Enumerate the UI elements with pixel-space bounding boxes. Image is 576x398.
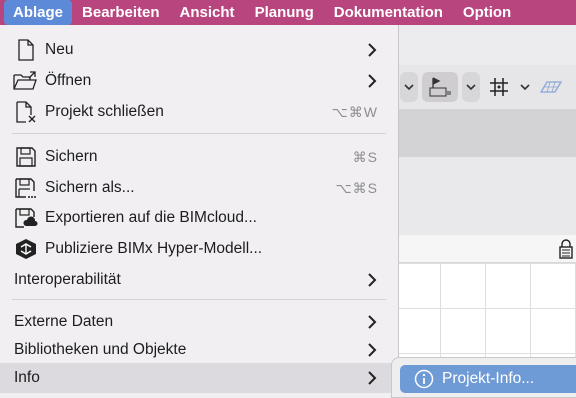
new-document-icon xyxy=(13,39,39,61)
menu-item-label: Publiziere BIMx Hyper-Modell... xyxy=(45,240,263,257)
menu-item-label: Sichern xyxy=(45,148,98,165)
menu-item-bibliotheken[interactable]: Bibliotheken und Objekte xyxy=(0,335,398,365)
open-folder-icon xyxy=(13,70,39,92)
menu-item-info[interactable]: Info xyxy=(0,363,398,393)
chevron-right-icon xyxy=(368,371,377,385)
ablage-menu: Neu Öffnen Projekt schließen ⌥⌘W Sichern… xyxy=(0,25,399,398)
chevron-right-icon xyxy=(368,273,377,287)
plane-button[interactable] xyxy=(536,72,566,102)
grid-snap-icon xyxy=(490,78,508,96)
menu-item-neu[interactable]: Neu xyxy=(0,35,398,65)
shortcut-label: ⌥⌘W xyxy=(331,103,378,120)
menu-separator xyxy=(12,299,386,300)
app-toolbar xyxy=(398,65,576,109)
chevron-down-icon xyxy=(404,84,414,90)
menubar-item-ansicht[interactable]: Ansicht xyxy=(170,0,245,25)
menu-item-oeffnen[interactable]: Öffnen xyxy=(0,66,398,96)
menubar-item-optionen[interactable]: Option xyxy=(453,0,521,25)
menu-item-label: Externe Daten xyxy=(14,313,114,330)
menubar-item-dokumentation[interactable]: Dokumentation xyxy=(324,0,453,25)
coordinate-flag-button[interactable] xyxy=(422,72,458,102)
menu-item-interoperabilitaet[interactable]: Interoperabilität xyxy=(0,265,398,295)
close-document-icon xyxy=(13,101,39,123)
xy-coordinate-icon xyxy=(429,77,451,97)
chevron-right-icon xyxy=(368,74,377,88)
chevron-down-icon xyxy=(520,84,530,90)
chevron-right-icon xyxy=(368,343,377,357)
dropdown-chevron-button[interactable] xyxy=(400,72,418,102)
menubar-item-bearbeiten[interactable]: Bearbeiten xyxy=(72,0,170,25)
app-info-bar xyxy=(398,109,576,157)
bimx-publish-icon xyxy=(13,238,39,260)
dropdown-chevron-button[interactable] xyxy=(462,72,480,102)
app-titlebar-area xyxy=(398,25,576,65)
menubar-item-ablage[interactable]: Ablage xyxy=(4,0,73,25)
menubar-item-planung[interactable]: Planung xyxy=(245,0,324,25)
menu-item-label: Neu xyxy=(45,41,74,58)
grid-snap-button[interactable] xyxy=(484,72,514,102)
menu-item-label: Projekt schließen xyxy=(45,103,164,120)
save-icon xyxy=(13,146,39,168)
menu-item-sichern[interactable]: Sichern ⌘S xyxy=(0,142,398,172)
menu-item-projekt-schliessen[interactable]: Projekt schließen ⌥⌘W xyxy=(0,97,398,127)
menu-item-exportieren-bimcloud[interactable]: Exportieren auf die BIMcloud... xyxy=(0,203,398,233)
chevron-right-icon xyxy=(368,315,377,329)
menu-item-projekt-info[interactable]: Projekt-Info... xyxy=(400,365,576,393)
menu-item-label: Öffnen xyxy=(45,72,92,89)
app-ruler xyxy=(398,235,576,263)
info-circle-icon xyxy=(414,369,434,394)
menu-item-label: Bibliotheken und Objekte xyxy=(14,341,187,358)
chevron-down-icon xyxy=(466,84,476,90)
menu-item-externe-daten[interactable]: Externe Daten xyxy=(0,307,398,337)
shortcut-label: ⌘S xyxy=(352,148,378,165)
menu-item-label: Info xyxy=(14,369,40,386)
bimcloud-export-icon xyxy=(13,207,39,229)
menu-item-publiziere-bimx[interactable]: Publiziere BIMx Hyper-Modell... xyxy=(0,234,398,264)
app-panel xyxy=(398,157,576,235)
plane-icon xyxy=(539,81,563,93)
menu-item-label: Exportieren auf die BIMcloud... xyxy=(45,209,257,226)
shortcut-label: ⌥⌘S xyxy=(335,179,378,196)
menu-separator xyxy=(12,133,386,134)
lock-icon[interactable] xyxy=(558,238,574,260)
menu-item-label: Sichern als... xyxy=(45,179,135,196)
chevron-right-icon xyxy=(368,43,377,57)
save-as-icon xyxy=(13,177,39,199)
info-submenu: Projekt-Info... xyxy=(391,357,576,398)
menu-item-label: Interoperabilität xyxy=(14,271,121,288)
grid-options-chevron[interactable] xyxy=(518,72,532,102)
menu-item-label: Projekt-Info... xyxy=(442,370,535,387)
menu-item-sichern-als[interactable]: Sichern als... ⌥⌘S xyxy=(0,173,398,203)
menubar: Ablage Bearbeiten Ansicht Planung Dokume… xyxy=(0,0,576,25)
